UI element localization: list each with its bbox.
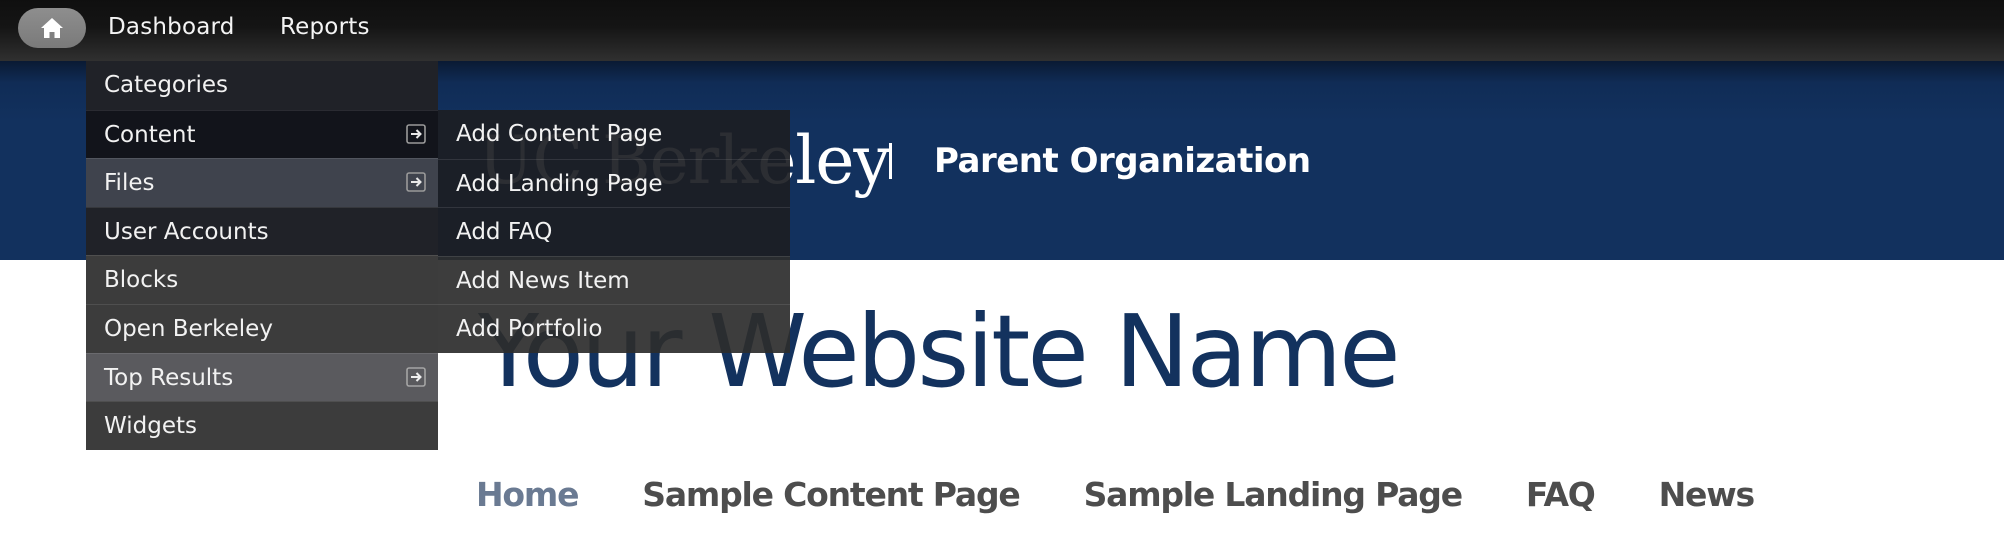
menu-item-label: Widgets [104,413,197,440]
menu-item-top-results[interactable]: Top Results [86,352,438,402]
menu-item-label: Categories [104,72,228,98]
parent-organization-link[interactable]: Parent Organization [934,139,1311,183]
nav-item-news[interactable]: News [1659,472,1756,518]
submenu-item-label: Add Portfolio [456,316,603,343]
main-nav: Home Sample Content Page Sample Landing … [476,472,1818,518]
menu-item-files[interactable]: Files [86,158,438,207]
menu-item-label: Content [104,121,196,148]
submenu-item-add-faq[interactable]: Add FAQ [438,207,790,256]
arrow-right-box-icon [406,366,426,387]
home-button[interactable] [18,8,86,48]
header-separator [889,143,892,179]
menu-item-label: Top Results [104,364,234,391]
toolbar-reports-link[interactable]: Reports [280,12,370,42]
menu-item-user-accounts[interactable]: User Accounts [86,206,438,256]
nav-item-faq[interactable]: FAQ [1526,472,1596,518]
menu-item-label: Blocks [104,267,179,294]
arrow-right-box-icon [406,123,426,144]
toolbar-dashboard-link[interactable]: Dashboard [108,12,235,42]
menu-item-blocks[interactable]: Blocks [86,255,438,304]
arrow-right-box-icon [406,172,426,192]
submenu-item-label: Add Landing Page [456,170,663,197]
submenu-item-label: Add FAQ [456,219,553,246]
submenu-item-label: Add Content Page [456,121,663,147]
submenu-item-add-news-item[interactable]: Add News Item [438,255,790,305]
menu-item-content[interactable]: Content [86,109,438,159]
menu-item-label: User Accounts [104,218,269,245]
submenu-item-add-content-page[interactable]: Add Content Page [438,110,790,159]
nav-item-home[interactable]: Home [476,472,579,518]
nav-item-sample-content-page[interactable]: Sample Content Page [642,472,1020,518]
nav-item-sample-landing-page[interactable]: Sample Landing Page [1084,472,1464,518]
menu-item-label: Files [104,170,155,197]
home-icon [41,18,63,38]
dashboard-dropdown-menu: Categories Content Files User Accounts B… [86,61,438,450]
menu-item-categories[interactable]: Categories [86,61,438,110]
submenu-item-label: Add News Item [456,267,630,294]
menu-item-open-berkeley[interactable]: Open Berkeley [86,303,438,353]
submenu-item-add-landing-page[interactable]: Add Landing Page [438,158,790,208]
content-submenu: Add Content Page Add Landing Page Add FA… [438,110,790,353]
admin-toolbar: Dashboard Reports [0,0,2004,61]
menu-item-widgets[interactable]: Widgets [86,401,438,450]
menu-item-label: Open Berkeley [104,315,273,342]
submenu-item-add-portfolio[interactable]: Add Portfolio [438,304,790,353]
